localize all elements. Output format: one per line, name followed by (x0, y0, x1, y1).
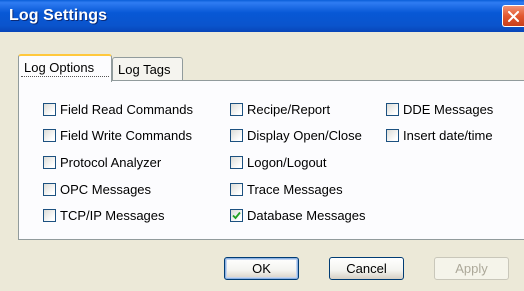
checkbox-box[interactable] (43, 155, 56, 169)
log-settings-dialog: Log Settings Log Options Log Tags Field … (0, 0, 524, 291)
checkbox-box[interactable] (230, 155, 243, 169)
window-title: Log Settings (9, 7, 108, 24)
checkbox-box[interactable] (230, 182, 243, 196)
checkbox-box[interactable] (43, 208, 56, 222)
checkbox-trace-messages[interactable]: Trace Messages (230, 181, 343, 197)
checkbox-label: Protocol Analyzer (60, 154, 162, 170)
checkmark-icon (232, 211, 241, 219)
checkbox-label: Field Read Commands (60, 101, 193, 117)
checkbox-field-read-commands[interactable]: Field Read Commands (43, 101, 193, 117)
checkbox-label: OPC Messages (60, 181, 152, 197)
checkbox-label: Logon/Logout (247, 154, 327, 170)
checkbox-insert-date-time[interactable]: Insert date/time (386, 127, 493, 143)
apply-button[interactable]: Apply (434, 257, 509, 280)
title-bar[interactable]: Log Settings (0, 0, 524, 32)
checkbox-box[interactable] (43, 182, 56, 196)
checkbox-opc-messages[interactable]: OPC Messages (43, 181, 151, 197)
checkbox-box[interactable] (230, 208, 243, 222)
checkbox-label: Insert date/time (403, 127, 493, 143)
checkbox-label: Display Open/Close (247, 127, 362, 143)
checkbox-box[interactable] (43, 102, 56, 116)
checkbox-box[interactable] (230, 128, 243, 142)
checkbox-dde-messages[interactable]: DDE Messages (386, 101, 493, 117)
checkbox-label: DDE Messages (403, 101, 494, 117)
tab-log-options[interactable]: Log Options (18, 54, 112, 82)
checkbox-box[interactable] (386, 102, 399, 116)
checkbox-database-messages[interactable]: Database Messages (230, 207, 366, 223)
checkbox-box[interactable] (43, 128, 56, 142)
checkbox-protocol-analyzer[interactable]: Protocol Analyzer (43, 154, 161, 170)
ok-button[interactable]: OK (224, 257, 299, 280)
checkbox-recipe-report[interactable]: Recipe/Report (230, 101, 330, 117)
checkbox-label: Database Messages (247, 207, 366, 223)
cancel-button[interactable]: Cancel (329, 257, 404, 280)
tab-log-tags[interactable]: Log Tags (112, 57, 183, 81)
checkbox-label: TCP/IP Messages (60, 207, 165, 223)
checkbox-display-open-close[interactable]: Display Open/Close (230, 127, 362, 143)
checkbox-box[interactable] (230, 102, 243, 116)
checkbox-field-write-commands[interactable]: Field Write Commands (43, 127, 192, 143)
checkbox-logon-logout[interactable]: Logon/Logout (230, 154, 327, 170)
checkbox-label: Recipe/Report (247, 101, 331, 117)
checkbox-box[interactable] (386, 128, 399, 142)
tab-label: Log Tags (118, 62, 171, 77)
log-options-panel: Field Read Commands Field Write Commands… (18, 80, 524, 240)
close-button[interactable] (502, 5, 524, 27)
checkbox-label: Field Write Commands (60, 127, 192, 143)
checkbox-label: Trace Messages (247, 181, 343, 197)
checkbox-tcpip-messages[interactable]: TCP/IP Messages (43, 207, 165, 223)
tab-label: Log Options (24, 60, 95, 75)
